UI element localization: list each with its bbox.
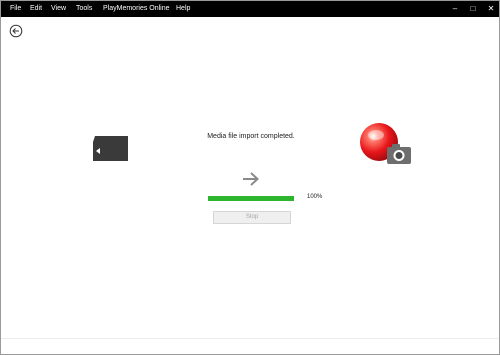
sd-card-icon bbox=[93, 136, 129, 162]
menu-bar: File Edit View Tools PlayMemories Online… bbox=[1, 1, 499, 17]
app-window: File Edit View Tools PlayMemories Online… bbox=[0, 0, 500, 355]
playmemories-camera-icon bbox=[357, 121, 413, 167]
menu-file[interactable]: File bbox=[10, 1, 21, 17]
back-button[interactable] bbox=[9, 24, 23, 38]
progress-percent: 100% bbox=[307, 194, 323, 200]
stop-button[interactable]: Stop bbox=[213, 211, 291, 224]
progress-fill bbox=[208, 196, 294, 201]
menu-edit[interactable]: Edit bbox=[30, 1, 42, 17]
menu-playmemories-online[interactable]: PlayMemories Online bbox=[103, 1, 170, 17]
import-progress-bar bbox=[208, 196, 294, 201]
status-divider bbox=[1, 338, 499, 339]
maximize-button[interactable]: □ bbox=[465, 1, 481, 17]
right-arrow-icon bbox=[242, 171, 260, 187]
menu-view[interactable]: View bbox=[51, 1, 66, 17]
menu-help[interactable]: Help bbox=[176, 1, 190, 17]
close-button[interactable]: ✕ bbox=[483, 1, 499, 17]
back-arrow-circle-icon bbox=[9, 24, 23, 38]
import-status-text: Media file import completed. bbox=[207, 133, 295, 140]
menu-tools[interactable]: Tools bbox=[76, 1, 92, 17]
minimize-button[interactable]: – bbox=[447, 1, 463, 17]
